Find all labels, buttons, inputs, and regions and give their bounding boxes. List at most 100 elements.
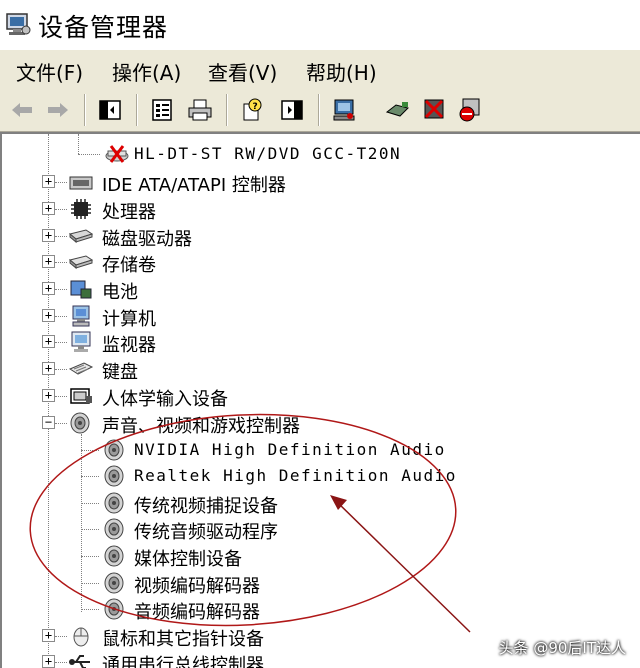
uninstall-icon[interactable] <box>420 96 448 124</box>
tree-connector <box>55 209 67 210</box>
category-label[interactable]: 通用串行总线控制器 <box>102 651 264 668</box>
speaker-icon <box>104 492 124 514</box>
print-icon[interactable] <box>186 96 214 124</box>
tree-connector <box>55 396 67 397</box>
update-driver-icon[interactable] <box>384 96 412 124</box>
help-icon[interactable]: ? <box>238 96 266 124</box>
device-label[interactable]: 媒体控制设备 <box>134 545 242 571</box>
processor-icon <box>71 199 91 219</box>
tree-connector <box>55 662 67 663</box>
tree-connector <box>55 369 67 370</box>
category-label[interactable]: 磁盘驱动器 <box>102 225 192 251</box>
device-label[interactable]: 传统音频驱动程序 <box>134 518 278 544</box>
tree-connector <box>78 134 79 154</box>
usb-icon <box>69 655 90 668</box>
dvd-drive-label[interactable]: HL-DT-ST RW/DVD GCC-T20N <box>134 144 401 163</box>
device-label[interactable]: 音频编码解码器 <box>134 598 260 624</box>
tree-connector <box>81 609 99 610</box>
tree-connector <box>81 450 99 451</box>
tree-connector <box>55 636 67 637</box>
speaker-icon <box>104 572 124 594</box>
ide-controller-icon <box>69 176 93 190</box>
toolbar-separator <box>84 94 86 126</box>
speaker-icon <box>104 518 124 540</box>
speaker-icon <box>104 465 124 487</box>
battery-icon <box>70 280 92 299</box>
category-label[interactable]: 电池 <box>102 278 138 304</box>
tree-connector <box>55 236 67 237</box>
tree-connector <box>81 529 99 530</box>
category-label[interactable]: 人体学输入设备 <box>102 385 228 411</box>
category-label[interactable]: 监视器 <box>102 331 156 357</box>
disk-drive-icon <box>68 229 94 244</box>
keyboard-icon <box>68 362 94 375</box>
show-hide-action-pane-icon[interactable] <box>278 96 306 124</box>
storage-volume-icon <box>68 255 94 270</box>
properties-icon[interactable] <box>148 96 176 124</box>
device-label[interactable]: NVIDIA High Definition Audio <box>134 440 446 459</box>
expand-button[interactable]: + <box>42 655 55 668</box>
category-label[interactable]: IDE ATA/ATAPI 控制器 <box>102 171 286 197</box>
hid-icon <box>70 388 92 404</box>
category-label[interactable]: 处理器 <box>102 198 156 224</box>
device-label[interactable]: 视频编码解码器 <box>134 572 260 598</box>
menu-help[interactable]: 帮助(H) <box>306 57 377 86</box>
device-tree[interactable]: HL-DT-ST RW/DVD GCC-T20N + IDE ATA/ATAPI… <box>0 132 640 668</box>
expand-button[interactable]: + <box>42 629 55 642</box>
expand-button[interactable]: + <box>42 229 55 242</box>
tree-connector <box>55 182 67 183</box>
tree-connector <box>81 556 99 557</box>
tree-connector <box>55 342 67 343</box>
speaker-icon <box>104 598 124 620</box>
mouse-icon <box>73 627 89 647</box>
category-label[interactable]: 键盘 <box>102 358 138 384</box>
tree-connector <box>55 262 67 263</box>
category-label[interactable]: 鼠标和其它指针设备 <box>102 625 264 651</box>
computer-icon <box>72 305 90 327</box>
device-label[interactable]: 传统视频捕捉设备 <box>134 492 278 518</box>
expand-button[interactable]: + <box>42 309 55 322</box>
watermark: 头条 @90后IT达人 <box>498 639 626 657</box>
category-label[interactable]: 声音、视频和游戏控制器 <box>102 412 300 438</box>
speaker-icon <box>70 412 90 434</box>
tree-connector <box>78 154 100 155</box>
tree-connector <box>81 476 99 477</box>
expand-button[interactable]: + <box>42 202 55 215</box>
disable-icon[interactable] <box>456 96 484 124</box>
speaker-icon <box>104 439 124 461</box>
speaker-icon <box>104 545 124 567</box>
toolbar-separator <box>226 94 228 126</box>
menu-action[interactable]: 操作(A) <box>112 57 181 86</box>
expand-button[interactable]: + <box>42 389 55 402</box>
toolbar-separator <box>136 94 138 126</box>
window-title: 设备管理器 <box>38 13 169 42</box>
tree-connector <box>81 434 82 612</box>
collapse-button[interactable]: − <box>42 416 55 429</box>
menu-file[interactable]: 文件(F) <box>16 57 83 86</box>
expand-button[interactable]: + <box>42 175 55 188</box>
tree-connector <box>55 423 67 424</box>
show-hide-tree-icon[interactable] <box>96 96 124 124</box>
tree-connector <box>81 503 99 504</box>
expand-button[interactable]: + <box>42 282 55 295</box>
expand-button[interactable]: + <box>42 362 55 375</box>
forward-arrow-icon[interactable] <box>44 96 72 124</box>
svg-text:?: ? <box>253 102 258 112</box>
scan-hardware-icon[interactable] <box>330 96 358 124</box>
tree-connector <box>55 289 67 290</box>
device-label[interactable]: Realtek High Definition Audio <box>134 466 457 485</box>
expand-button[interactable]: + <box>42 335 55 348</box>
toolbar: ? <box>0 88 640 132</box>
device-manager-icon <box>6 13 31 35</box>
expand-button[interactable]: + <box>42 255 55 268</box>
back-arrow-icon[interactable] <box>8 96 36 124</box>
tree-connector <box>55 316 67 317</box>
title-bar: 设备管理器 <box>0 0 640 50</box>
monitor-icon <box>71 331 91 352</box>
dvd-drive-disabled-icon <box>105 145 129 163</box>
menu-bar: 文件(F) 操作(A) 查看(V) 帮助(H) <box>0 50 640 88</box>
toolbar-separator <box>318 94 320 126</box>
menu-view[interactable]: 查看(V) <box>208 57 277 86</box>
category-label[interactable]: 存储卷 <box>102 251 156 277</box>
category-label[interactable]: 计算机 <box>102 305 156 331</box>
